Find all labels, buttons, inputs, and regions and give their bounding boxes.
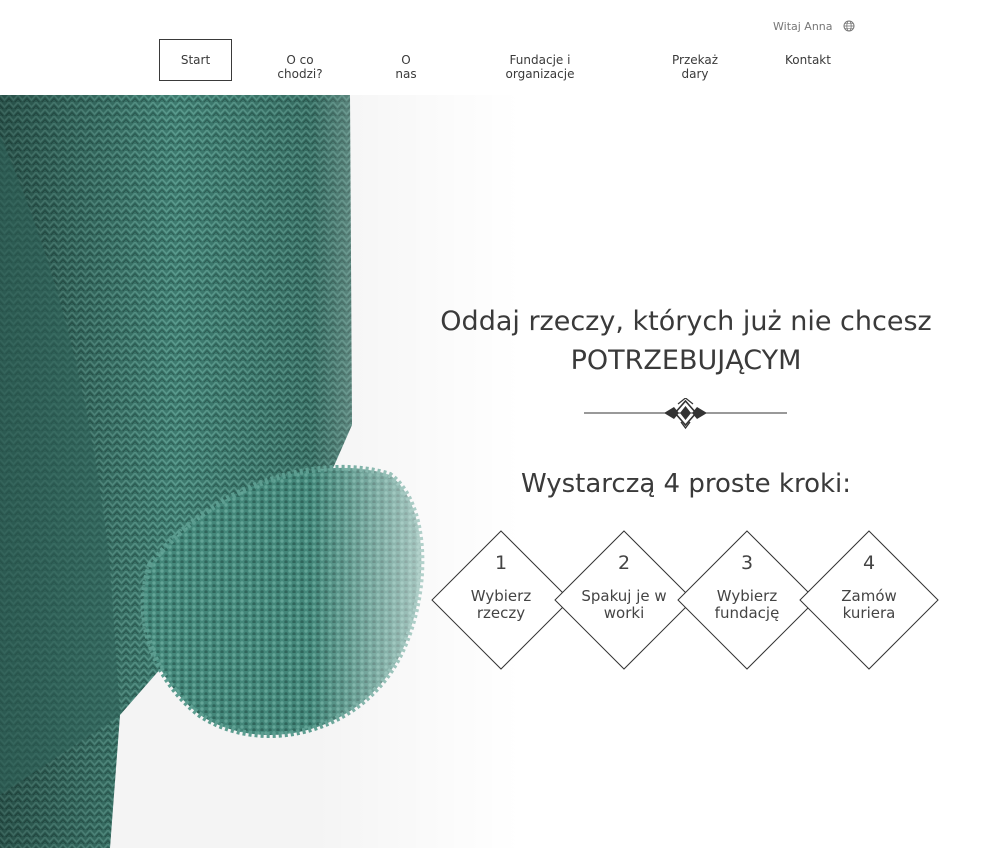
- step-number: 2: [617, 552, 631, 574]
- step-label-line1: Wybierz: [470, 587, 532, 605]
- globe-icon[interactable]: [843, 20, 855, 32]
- step-2: 2 Spakuj je w worki: [554, 530, 694, 670]
- headline-line1: Oddaj rzeczy, których już nie chcesz: [440, 306, 932, 337]
- nav-label-line2: nas: [395, 67, 417, 81]
- nav-o-nas[interactable]: O nas: [380, 53, 432, 81]
- step-label-line2: worki: [603, 604, 645, 622]
- nav-label-line1: O: [401, 53, 411, 67]
- steps-title: Wystarczą 4 proste kroki:: [520, 469, 852, 499]
- main-navigation: Start O co chodzi? O nas Fundacje i orga…: [0, 39, 1006, 81]
- user-greeting[interactable]: Witaj Anna: [773, 20, 833, 33]
- step-label: Spakuj je w worki: [574, 588, 674, 622]
- step-label: Wybierz rzeczy: [451, 588, 551, 622]
- headline-line2: POTRZEBUJĄCYM: [570, 345, 802, 376]
- step-label-line1: Wybierz: [716, 587, 778, 605]
- step-label-line1: Spakuj je w: [581, 587, 667, 605]
- nav-label-line1: Fundacje i: [509, 53, 571, 67]
- nav-o-co-chodzi[interactable]: O co chodzi?: [264, 53, 336, 81]
- step-1: 1 Wybierz rzeczy: [431, 530, 571, 670]
- step-number: 4: [862, 552, 876, 574]
- nav-start-label: Start: [180, 53, 211, 67]
- decoration-ornament-icon: [584, 398, 787, 430]
- nav-kontakt[interactable]: Kontakt: [773, 53, 843, 67]
- nav-label-line1: O co: [286, 53, 314, 67]
- step-3: 3 Wybierz fundację: [677, 530, 817, 670]
- nav-label-line2: chodzi?: [277, 67, 323, 81]
- step-label-line2: rzeczy: [476, 604, 526, 622]
- nav-label-line2: organizacje: [505, 67, 575, 81]
- nav-przekaz-dary[interactable]: Przekaż dary: [660, 53, 730, 81]
- nav-label-line1: Kontakt: [785, 53, 831, 67]
- hero-headline: Oddaj rzeczy, których już nie chcesz POT…: [440, 302, 932, 380]
- nav-fundacje[interactable]: Fundacje i organizacje: [490, 53, 590, 81]
- nav-start[interactable]: Start: [159, 39, 232, 81]
- step-label-line2: fundację: [714, 604, 780, 622]
- step-label-line1: Zamów: [841, 587, 897, 605]
- step-number: 3: [740, 552, 754, 574]
- hero-section: Oddaj rzeczy, których już nie chcesz POT…: [0, 95, 1006, 848]
- step-label-line2: kuriera: [842, 604, 896, 622]
- step-4: 4 Zamów kuriera: [799, 530, 939, 670]
- step-label: Zamów kuriera: [819, 588, 919, 622]
- step-label: Wybierz fundację: [697, 588, 797, 622]
- nav-label-line2: dary: [681, 67, 709, 81]
- step-number: 1: [494, 552, 508, 574]
- top-bar: Witaj Anna Start O co chodzi? O nas Fund…: [0, 0, 1006, 95]
- nav-label-line1: Przekaż: [671, 53, 719, 67]
